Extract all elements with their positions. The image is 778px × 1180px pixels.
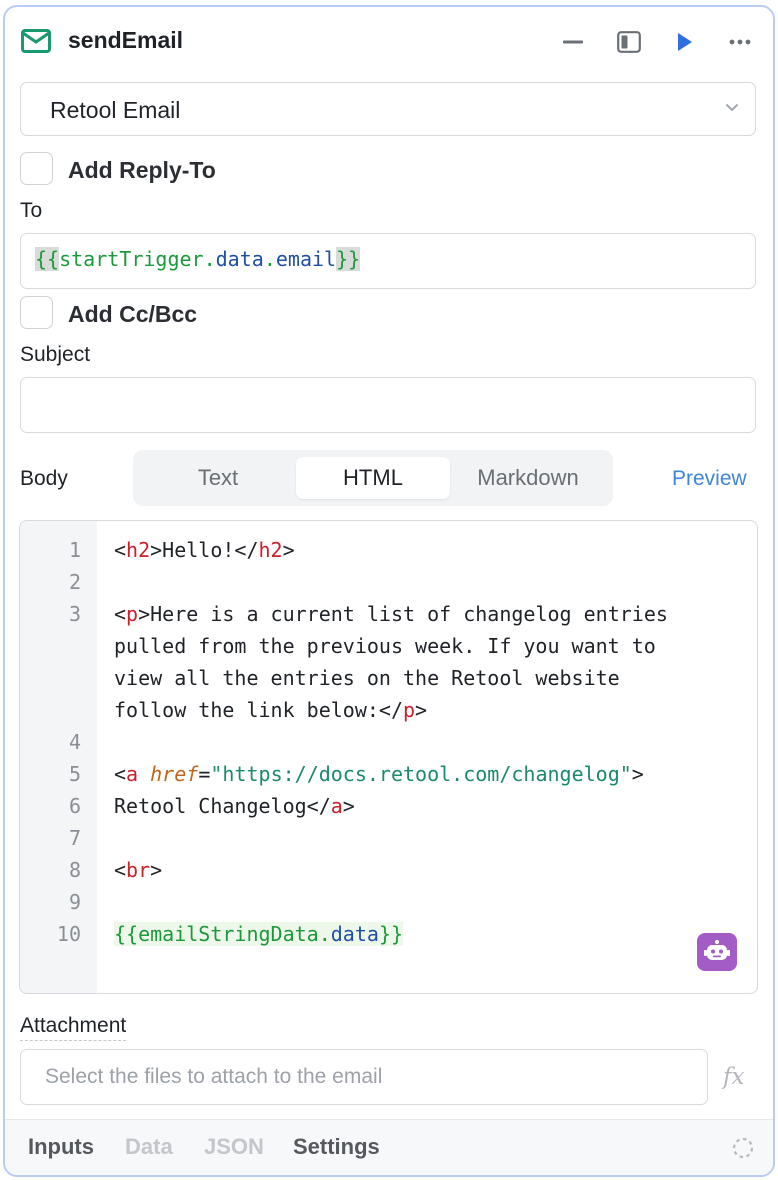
line-number: 3 [68,602,81,626]
tab-data[interactable]: Data [125,1134,173,1160]
line-number: 1 [68,538,81,562]
block-footer: Inputs Data JSON Settings [5,1119,773,1175]
tab-json[interactable]: JSON [204,1134,264,1160]
code-line: follow the link below:</p> [114,698,428,722]
reply-to-label[interactable]: Add Reply-To [68,157,216,184]
to-input-value: {{startTrigger.data.email}} [35,247,361,271]
run-button[interactable] [670,27,700,57]
code-line: {{emailStringData.data}} [114,922,404,946]
attachment-placeholder: Select the files to attach to the email [45,1065,383,1088]
attachment-label: Attachment [20,1014,127,1041]
minimize-icon [563,40,583,44]
line-number: 2 [68,570,81,594]
body-label: Body [20,467,68,490]
code-line: <h2>Hello!</h2> [114,538,295,562]
robot-icon [704,940,730,960]
to-label: To [20,199,43,222]
code-line: <a href="https://docs.retool.com/changel… [114,762,644,786]
block-title[interactable]: sendEmail [68,27,183,54]
tab-html[interactable]: HTML [296,457,450,499]
line-number: 8 [68,858,81,882]
loading-spinner-icon [732,1137,754,1159]
chevron-down-icon [725,103,739,112]
line-number: 7 [68,826,81,850]
code-line: pulled from the previous week. If you wa… [114,634,656,658]
cc-bcc-label[interactable]: Add Cc/Bcc [68,301,197,328]
code-line: <br> [114,858,163,882]
more-options-button[interactable] [725,27,755,57]
line-number: 10 [56,922,81,946]
more-icon [729,39,751,45]
fx-toggle-button[interactable]: fx [723,1064,744,1090]
run-icon [678,33,692,51]
line-number: 9 [68,890,81,914]
subject-label: Subject [20,343,91,366]
mail-icon [21,29,51,53]
resource-select[interactable]: Retool Email [20,82,756,136]
tab-markdown[interactable]: Markdown [451,457,605,499]
send-email-block: sendEmail Retool Email Add Reply-To To {… [3,5,775,1177]
cc-bcc-checkbox[interactable] [20,296,53,329]
tab-inputs[interactable]: Inputs [28,1134,94,1160]
line-number: 5 [68,762,81,786]
minimize-button[interactable] [558,27,588,57]
reply-to-checkbox[interactable] [20,152,53,185]
attachment-input[interactable]: Select the files to attach to the email [20,1049,708,1105]
to-input[interactable]: {{startTrigger.data.email}} [20,233,756,289]
tab-settings[interactable]: Settings [293,1134,380,1160]
code-line: view all the entries on the Retool websi… [114,666,620,690]
subject-input[interactable] [20,377,756,433]
line-number: 4 [68,730,81,754]
line-number: 6 [68,794,81,818]
resource-select-value: Retool Email [50,97,181,123]
ai-assistant-button[interactable] [697,933,737,971]
panel-toggle-icon [617,31,641,53]
tab-text[interactable]: Text [141,457,295,499]
preview-link[interactable]: Preview [672,467,747,491]
html-body-editor[interactable]: 1 2 3 4 5 6 7 8 9 10 <h2>Hello!</h2> <p>… [19,520,758,994]
code-line: Retool Changelog</a> [114,794,355,818]
body-format-switcher: Text HTML Markdown [133,450,613,506]
line-number-gutter: 1 2 3 4 5 6 7 8 9 10 [20,521,97,993]
panel-toggle-button[interactable] [614,27,644,57]
code-line: <p>Here is a current list of changelog e… [114,602,668,626]
block-header: sendEmail [5,7,773,75]
